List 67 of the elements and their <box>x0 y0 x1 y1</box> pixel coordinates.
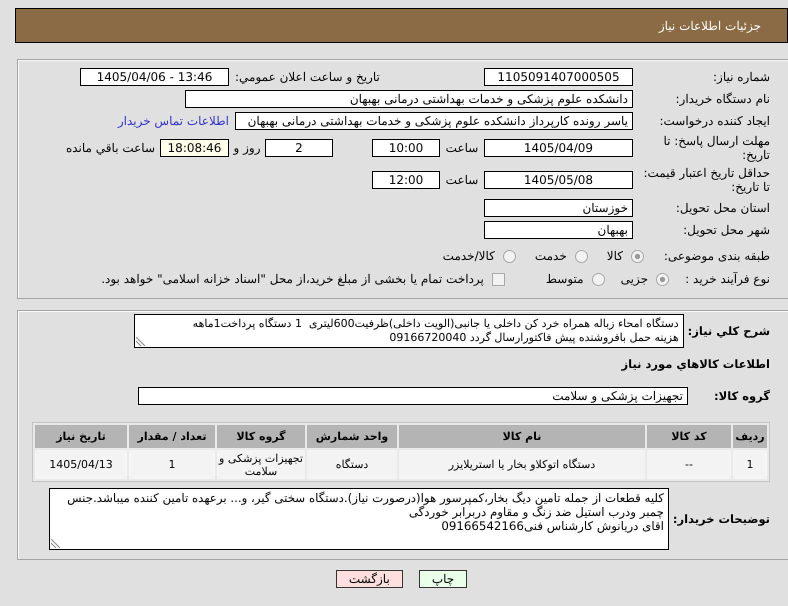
column-header: تعداد / مقدار <box>129 425 215 448</box>
field-label: ایجاد کننده درخواست: <box>658 114 770 128</box>
radio-button[interactable] <box>502 250 516 262</box>
field-label: نوع فرآیند خرید : <box>684 272 770 286</box>
table-cell: 1 <box>733 450 767 479</box>
field-label: حداقل تاریخ اعتبار قیمت: تا تاریخ: <box>642 166 770 194</box>
city-field[interactable]: بهبهان <box>484 221 633 239</box>
table-cell: دستگاه اتوکلاو بخار یا استریلایزر <box>399 450 645 479</box>
column-header: گروه کالا <box>217 425 305 448</box>
field-label: گروه کالا: <box>713 389 770 403</box>
back-button[interactable]: بازگشت <box>336 570 403 588</box>
table-cell: -- <box>647 450 731 479</box>
validity-date-field[interactable]: 1405/05/08 <box>484 171 633 189</box>
field-label: استان محل تحویل: <box>674 201 770 215</box>
option-label: کالا/خدمت <box>442 249 495 263</box>
option-label: جزیی <box>620 272 648 286</box>
resize-grip-icon[interactable] <box>50 539 60 548</box>
buyer-notes-box[interactable]: کلیه قطعات از جمله تامین دیگ بخار،کمپرسور هوا(درصورت نیاز).دستگاه سختی گیر، و... برعهده تامین کننده میباشد.جنس چمبر ودرب استیل ضد زنگ و مقاوم دربرابر خوردگی اقای دریانوش کارشناس فنی09166542166 <box>48 488 669 550</box>
print-button[interactable]: چاپ <box>418 570 468 588</box>
radio-button[interactable] <box>592 272 605 286</box>
time-label: ساعت <box>446 173 478 187</box>
column-header: واحد شمارش <box>307 425 397 448</box>
checkbox-label: پرداخت تمام یا بخشی از مبلغ خرید،از محل "اسناد خزانه اسلامی" خواهد بود. <box>101 272 484 286</box>
need-description-text: دستگاه امحاء زباله همراه خرد کن داخلی یا جانبی(الویت داخلی)ظرفیت600لیتری 1 دستگاه پرداخت1ماهه هزینه حمل بافروشنده پیش فاکتورارسال گردد 09166720040 <box>192 317 679 345</box>
field-label: نام دستگاه خریدار: <box>674 92 770 106</box>
field-label: تاریخ و ساعت اعلان عمومي: <box>235 70 380 84</box>
field-label: شرح کلي نیاز: <box>686 324 770 338</box>
option-label: کالا <box>606 249 623 263</box>
option-label: متوسط <box>546 272 584 286</box>
resize-grip-icon[interactable] <box>136 337 145 346</box>
radio-button[interactable] <box>574 250 588 262</box>
table-cell: دستگاه <box>307 450 397 479</box>
column-header: تاریخ نیاز <box>35 425 127 448</box>
field-label: مهلت ارسال پاسخ: تا تاریخ: <box>662 134 770 162</box>
time-label: ساعت <box>446 141 478 155</box>
radio-button[interactable] <box>656 272 669 286</box>
table-cell: 1 <box>129 450 215 479</box>
field-label: شهر محل تحویل: <box>682 223 770 237</box>
days-label: روز و <box>234 141 260 155</box>
validity-time-field[interactable]: 12:00 <box>372 171 440 189</box>
days-field[interactable]: 2 <box>265 139 333 157</box>
buyer-contact-link[interactable]: اطلاعات تماس خریدار <box>118 114 229 128</box>
deadline-date-field[interactable]: 1405/04/09 <box>484 139 633 157</box>
field-label: توضیحات خریدار: <box>672 512 770 526</box>
field-label: طبقه بندی موضوعی: <box>662 249 770 263</box>
column-header: کد کالا <box>647 425 731 448</box>
goods-group-field[interactable]: تجهیزات پزشکی و سلامت <box>138 387 688 405</box>
remaining-label: ساعت باقي مانده <box>66 141 155 155</box>
option-label: خدمت <box>534 249 567 263</box>
table-cell: 1405/04/13 <box>35 450 127 479</box>
checkbox[interactable] <box>492 272 505 286</box>
buyer-name-field[interactable]: دانشکده علوم پزشکی و خدمات بهداشتی درمانی بهبهان <box>185 90 633 108</box>
column-header: ردیف <box>733 425 767 448</box>
column-header: نام کالا <box>399 425 645 448</box>
radio-button[interactable] <box>631 250 644 262</box>
requester-field[interactable]: یاسر رونده کارپرداز دانشکده علوم پزشکی و خدمات بهداشتی درمانی بهبهان <box>235 112 633 130</box>
deadline-time-field[interactable]: 10:00 <box>372 139 440 157</box>
page-title: جزئیات اطلاعات نیاز <box>658 18 761 32</box>
section-heading: اطلاعات کالاهاي مورد نیاز <box>622 356 770 370</box>
countdown-field[interactable]: 18:08:46 <box>160 139 229 157</box>
buyer-notes-text: کلیه قطعات از جمله تامین دیگ بخار،کمپرسور هوا(درصورت نیاز).دستگاه سختی گیر، و... برعهده تامین کننده میباشد.جنس چمبر ودرب استیل ضد زنگ و مقاوم دربرابر خوردگی اقای دریانوش کارشناس فنی09166542166 <box>67 491 664 533</box>
province-field[interactable]: خوزستان <box>484 199 633 217</box>
need-number-field[interactable]: 1105091407000505 <box>484 68 633 86</box>
need-description-box[interactable]: دستگاه امحاء زباله همراه خرد کن داخلی یا جانبی(الویت داخلی)ظرفیت600لیتری 1 دستگاه پرداخت1ماهه هزینه حمل بافروشنده پیش فاکتورارسال گردد 09166720040 <box>134 314 684 348</box>
table-cell: تجهیزات پزشکی و سلامت <box>217 450 305 479</box>
announce-date-field[interactable]: 1405/04/06 - 13:46 <box>80 68 229 86</box>
field-label: شماره نیاز: <box>712 70 770 84</box>
